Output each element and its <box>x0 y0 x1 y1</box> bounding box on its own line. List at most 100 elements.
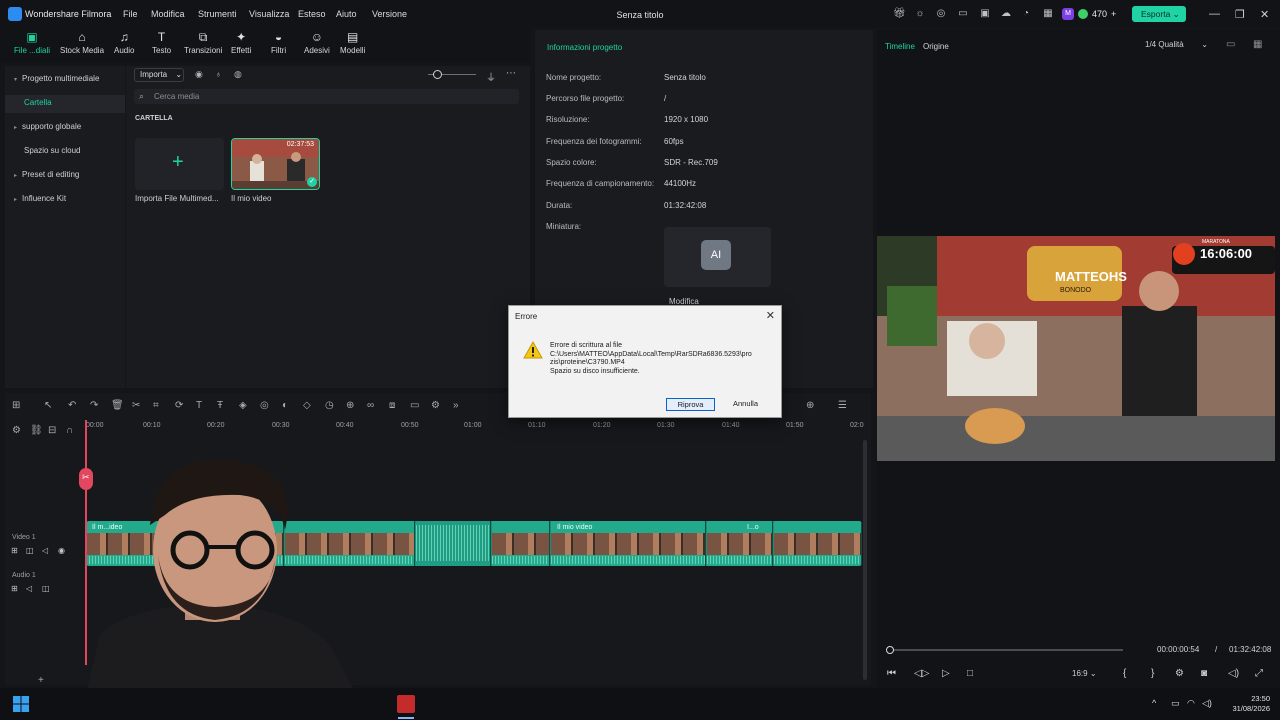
cloud-icon[interactable]: ☁ <box>1000 8 1012 20</box>
record-icon[interactable]: ◉ <box>195 69 203 80</box>
menu-aiuto[interactable]: Aiuto <box>336 9 357 19</box>
layout-grid-icon[interactable]: ⊞ <box>12 400 20 411</box>
microphone-icon[interactable]: ♁ <box>215 69 222 79</box>
stabilize-icon[interactable]: ◎ <box>260 400 269 411</box>
close-window-icon[interactable]: ✕ <box>1260 8 1269 21</box>
cut-icon[interactable]: ✂ <box>132 400 140 411</box>
search-media-input[interactable]: ⌕ Cerca media <box>134 89 519 104</box>
export-button[interactable]: Esporta ⌄ <box>1132 6 1186 22</box>
dialog-close-icon[interactable]: ✕ <box>766 309 775 322</box>
render-icon[interactable]: ▭ <box>410 400 419 411</box>
video-preview[interactable]: MATTEOHS BONODO MARATONA 16:06:00 <box>877 236 1275 461</box>
community-icon[interactable]: ◎ <box>935 8 947 20</box>
minimize-icon[interactable]: — <box>1209 8 1220 20</box>
mark-in-icon[interactable]: { <box>1123 668 1126 679</box>
snapshot-icon[interactable]: ◙ <box>1201 668 1207 679</box>
timeline-clip[interactable]: I...o <box>707 521 773 566</box>
menu-strumenti[interactable]: Strumenti <box>198 9 237 19</box>
keyframe-icon[interactable]: ◇ <box>303 400 311 411</box>
import-dropdown[interactable]: Importa ⌄ <box>134 68 184 82</box>
tool-modelli[interactable]: ▤ Modelli <box>340 30 365 55</box>
timeline-clip[interactable]: Il mio video <box>551 521 706 566</box>
menu-versione[interactable]: Versione <box>372 9 407 19</box>
tool-adesivi[interactable]: ☺ Adesivi <box>304 30 330 55</box>
add-track-icon[interactable]: ⊞ <box>11 546 18 555</box>
menu-visualizza[interactable]: Visualizza <box>249 9 289 19</box>
fullscreen-icon[interactable]: ⤢ <box>1255 668 1263 679</box>
grid-apps-icon[interactable]: ▦ <box>1042 8 1054 20</box>
maximize-icon[interactable]: ❐ <box>1235 8 1245 21</box>
timeline-scrollbar[interactable] <box>863 440 867 680</box>
link-icon[interactable]: ⛓ <box>30 425 43 436</box>
freeze-icon[interactable]: ⧈ <box>389 400 395 411</box>
cancel-button[interactable]: Annulla <box>721 398 770 411</box>
tool-file-media[interactable]: ▣ File ...diali <box>14 30 50 55</box>
undo-icon[interactable]: ↶ <box>68 400 76 411</box>
credits-counter[interactable]: M 470 + <box>1062 6 1116 22</box>
delete-icon[interactable]: 🗑︎ <box>111 400 124 411</box>
mark-out-icon[interactable]: } <box>1151 668 1154 679</box>
play-icon[interactable]: ▷ <box>942 668 950 679</box>
mask-icon[interactable]: ◈ <box>239 400 247 411</box>
select-tool-icon[interactable]: ↖ <box>44 400 52 411</box>
ai-text-icon[interactable]: Ŧ <box>217 400 223 411</box>
nav-preset-editing[interactable]: ▸ Preset di editing <box>14 170 79 179</box>
tool-stock-media[interactable]: ⌂ Stock Media <box>60 30 104 55</box>
tab-timeline[interactable]: Timeline <box>885 42 915 51</box>
settings-icon[interactable]: ⚙ <box>1175 668 1184 679</box>
import-media-card[interactable]: + <box>135 138 224 190</box>
volume-icon[interactable]: ◁) <box>1228 668 1239 679</box>
redo-icon[interactable]: ↷ <box>90 400 98 411</box>
windows-start-icon[interactable] <box>13 696 29 712</box>
quality-select[interactable]: 1/4 Qualità ⌄ <box>1140 37 1216 52</box>
wifi-icon[interactable]: ◠ <box>1187 698 1195 709</box>
stop-icon[interactable]: □ <box>967 668 973 679</box>
monitor-icon[interactable]: ▭ <box>957 8 969 20</box>
menu-file[interactable]: File <box>123 9 138 19</box>
nav-influence-kit[interactable]: ▸ Influence Kit <box>14 194 66 203</box>
screenshot-icon[interactable]: ▭ <box>1226 39 1235 50</box>
menu-modifica[interactable]: Modifica <box>151 9 185 19</box>
filter-funnel-icon[interactable]: ⏚ <box>486 69 496 84</box>
grid-view-icon[interactable]: ▦ <box>1253 39 1262 50</box>
voice-icon[interactable]: ◍ <box>234 69 242 80</box>
lightbulb-icon[interactable]: ☼ <box>914 8 926 20</box>
timeline-settings-icon[interactable]: ⚙ <box>12 425 21 436</box>
timeline-clip[interactable] <box>492 521 550 566</box>
speed-icon[interactable]: ⟳ <box>175 400 183 411</box>
zoom-in-icon[interactable]: ⊕ <box>806 400 814 411</box>
scrubber-knob[interactable] <box>886 646 894 654</box>
tab-origine[interactable]: Origine <box>923 42 949 51</box>
timer-icon[interactable]: ◷ <box>325 400 334 411</box>
motion-icon[interactable]: ∞ <box>367 400 374 411</box>
add-track-icon[interactable]: ⊟ <box>48 425 56 436</box>
network-icon[interactable]: ▭ <box>1171 698 1180 709</box>
ai-cut-icon[interactable]: ⚙ <box>431 400 440 411</box>
color-icon[interactable]: ◐ <box>282 400 288 411</box>
project-thumbnail[interactable]: AI <box>664 227 771 287</box>
headset-icon[interactable]: ◔ <box>1020 8 1032 20</box>
previous-frame-icon[interactable]: ⏮ <box>887 668 896 679</box>
zoom-fit-icon[interactable]: ⊕ <box>346 400 354 411</box>
timeline-clip[interactable] <box>774 521 862 566</box>
menu-esteso[interactable]: Esteso <box>298 9 326 19</box>
gift-icon[interactable]: 🎁︎ <box>893 8 906 20</box>
volume-icon[interactable]: ◁) <box>1202 698 1212 709</box>
nav-progetto-multimediale[interactable]: ▾ Progetto multimediale <box>14 74 99 83</box>
timeline-clip[interactable] <box>416 521 491 566</box>
tracks-menu-icon[interactable]: ☰ <box>838 400 847 411</box>
chevron-up-icon[interactable]: ^ <box>1152 698 1156 708</box>
lock-icon[interactable]: ◫ <box>26 546 34 555</box>
crop-icon[interactable]: ⌗ <box>153 400 159 411</box>
add-track-icon[interactable]: ⊞ <box>11 584 18 593</box>
nav-supporto-globale[interactable]: ▸ supporto globale <box>14 122 81 131</box>
timeline-ruler[interactable]: 00:00 00:10 00:20 00:30 00:40 00:50 01:0… <box>86 420 866 434</box>
tool-effetti[interactable]: ✦ Effetti <box>231 30 251 55</box>
tool-filtri[interactable]: ◒ Filtri <box>271 30 286 55</box>
tool-transizioni[interactable]: ⧉ Transizioni <box>184 30 222 55</box>
tool-audio[interactable]: ♫ Audio <box>114 30 134 55</box>
text-tool-icon[interactable]: T <box>196 400 202 411</box>
add-credits-icon[interactable]: + <box>1111 9 1116 19</box>
nav-cartella[interactable]: Cartella <box>24 98 52 107</box>
magnet-icon[interactable]: ∩ <box>66 425 73 436</box>
